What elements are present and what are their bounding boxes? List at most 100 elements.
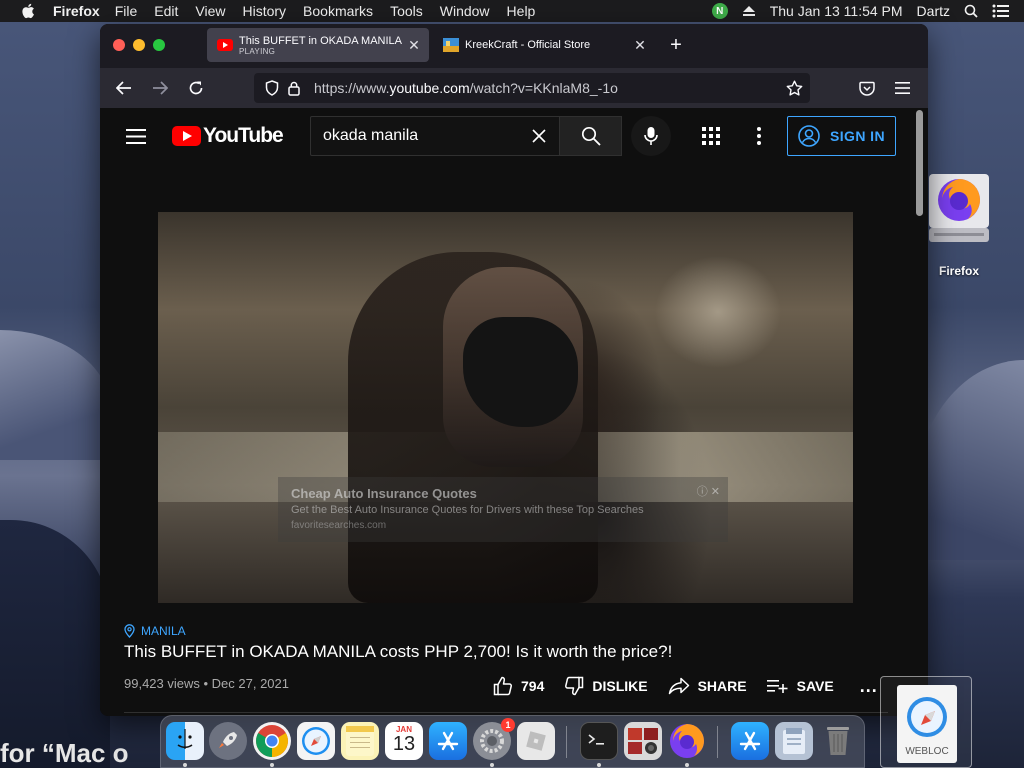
ad-description: Get the Best Auto Insurance Quotes for D… [291,504,644,516]
video-location-link[interactable]: MANILA [124,624,186,638]
tab-title: This BUFFET in OKADA MANILA costs PHP 2,… [239,34,403,47]
dislike-button[interactable]: DISLIKE [564,676,648,696]
tab-kreekcraft[interactable]: KreekCraft - Official Store ✕ [433,28,655,62]
menu-help[interactable]: Help [507,3,536,19]
desktop-webloc-file[interactable]: WEBLOC [880,676,972,768]
menu-tools[interactable]: Tools [390,3,423,19]
close-tab-icon[interactable]: ✕ [629,37,651,54]
video-meta: 99,423 views • Dec 27, 2021 [124,676,289,691]
webloc-document-icon: WEBLOC [897,685,957,763]
settings-more-icon[interactable] [747,124,771,148]
firefox-disk-icon [926,170,992,250]
url-bar[interactable]: https://www.youtube.com/watch?v=KKnlaM8_… [254,73,810,103]
firefox-dock-icon[interactable] [668,722,706,760]
reload-icon[interactable] [184,76,208,100]
search-input[interactable]: okada manila [310,116,560,156]
app-store-icon[interactable] [429,722,467,760]
thumbs-down-icon [564,676,584,696]
app-store-download-icon[interactable] [731,722,769,760]
url-text: https://www.youtube.com/watch?v=KKnlaM8_… [314,80,618,96]
menu-bar: Firefox File Edit View History Bookmarks… [0,0,1024,22]
share-arrow-icon [668,677,690,695]
search-button[interactable] [560,116,622,156]
desktop-icon-firefox[interactable]: Firefox [926,170,992,278]
calendar-icon[interactable]: JAN 13 [385,722,423,760]
terminal-icon[interactable] [580,722,618,760]
like-button[interactable]: 794 [493,676,544,696]
menu-window[interactable]: Window [440,3,490,19]
menubar-user[interactable]: Dartz [917,3,950,19]
location-pin-icon [124,624,135,638]
running-indicator [183,763,187,767]
chrome-icon[interactable] [253,722,291,760]
sign-in-button[interactable]: SIGN IN [787,116,896,156]
menu-edit[interactable]: Edit [154,3,178,19]
running-indicator [270,763,274,767]
scrollbar-thumb[interactable] [916,110,923,216]
close-tab-icon[interactable]: ✕ [403,37,425,54]
app-menu-firefox[interactable]: Firefox [53,3,100,19]
running-indicator [685,763,689,767]
system-preferences-icon[interactable]: 1 [473,718,515,760]
tab-youtube-buffet[interactable]: This BUFFET in OKADA MANILA costs PHP 2,… [207,28,429,62]
more-actions-icon[interactable]: ... [860,676,878,697]
downloads-folder-icon[interactable] [775,722,813,760]
menu-bookmarks[interactable]: Bookmarks [303,3,373,19]
youtube-apps-icon[interactable] [699,124,723,148]
forward-arrow-icon[interactable] [148,76,172,100]
pocket-icon[interactable] [855,76,879,100]
share-button[interactable]: SHARE [668,677,747,695]
thumbs-up-icon [493,676,513,696]
back-arrow-icon[interactable] [112,76,136,100]
spotlight-search-icon[interactable] [964,4,978,18]
running-indicator [490,763,494,767]
menu-file[interactable]: File [115,3,138,19]
minimize-window-button[interactable] [133,39,145,51]
menu-history[interactable]: History [242,3,286,19]
voice-search-button[interactable] [631,116,671,156]
safari-icon[interactable] [297,722,335,760]
finder-icon[interactable] [166,722,204,760]
menubar-clock[interactable]: Thu Jan 13 11:54 PM [770,3,903,19]
ad-close-icon[interactable]: ⓘ ✕ [697,483,720,499]
page-scrollbar[interactable] [914,108,926,716]
hamburger-menu-icon[interactable] [890,76,914,100]
kreekcraft-favicon-icon [443,37,459,53]
video-actions: 794 DISLIKE SHARE SAVE ... [493,672,878,700]
launchpad-icon[interactable] [209,722,247,760]
tracking-shield-icon[interactable] [262,78,282,98]
firefox-window: This BUFFET in OKADA MANILA costs PHP 2,… [100,24,928,716]
tab-bar: This BUFFET in OKADA MANILA costs PHP 2,… [100,24,928,68]
dock-separator [717,726,718,758]
new-tab-icon[interactable]: + [665,34,687,56]
close-window-button[interactable] [113,39,125,51]
bookmark-star-icon[interactable] [784,78,804,98]
zoom-window-button[interactable] [153,39,165,51]
trash-icon[interactable] [819,722,857,760]
dock: JAN 13 1 [160,715,865,768]
lock-icon[interactable] [284,78,304,98]
menu-view[interactable]: View [195,3,225,19]
desktop-icon-label: Firefox [938,264,979,278]
notes-icon[interactable] [341,722,379,760]
roblox-icon[interactable] [517,722,555,760]
eject-icon[interactable] [742,5,756,17]
section-divider [124,712,888,713]
running-indicator [597,763,601,767]
photo-booth-icon[interactable] [624,722,662,760]
notification-badge: 1 [501,718,515,732]
overlay-ad[interactable]: Cheap Auto Insurance Quotes Get the Best… [278,477,728,542]
extension-n-icon[interactable]: N [711,3,728,19]
desktop-dune [0,520,110,768]
video-player[interactable]: Cheap Auto Insurance Quotes Get the Best… [158,212,853,603]
search-icon [581,126,601,146]
apple-menu-icon[interactable] [19,2,37,20]
desktop-dune [914,360,1024,560]
control-center-icon[interactable] [992,4,1010,18]
guide-menu-icon[interactable] [124,124,148,148]
microphone-icon [644,126,658,146]
save-button[interactable]: SAVE [766,678,834,694]
youtube-logo[interactable]: YouTube [172,124,284,147]
youtube-play-icon [172,126,201,146]
clear-search-icon[interactable] [519,117,559,155]
